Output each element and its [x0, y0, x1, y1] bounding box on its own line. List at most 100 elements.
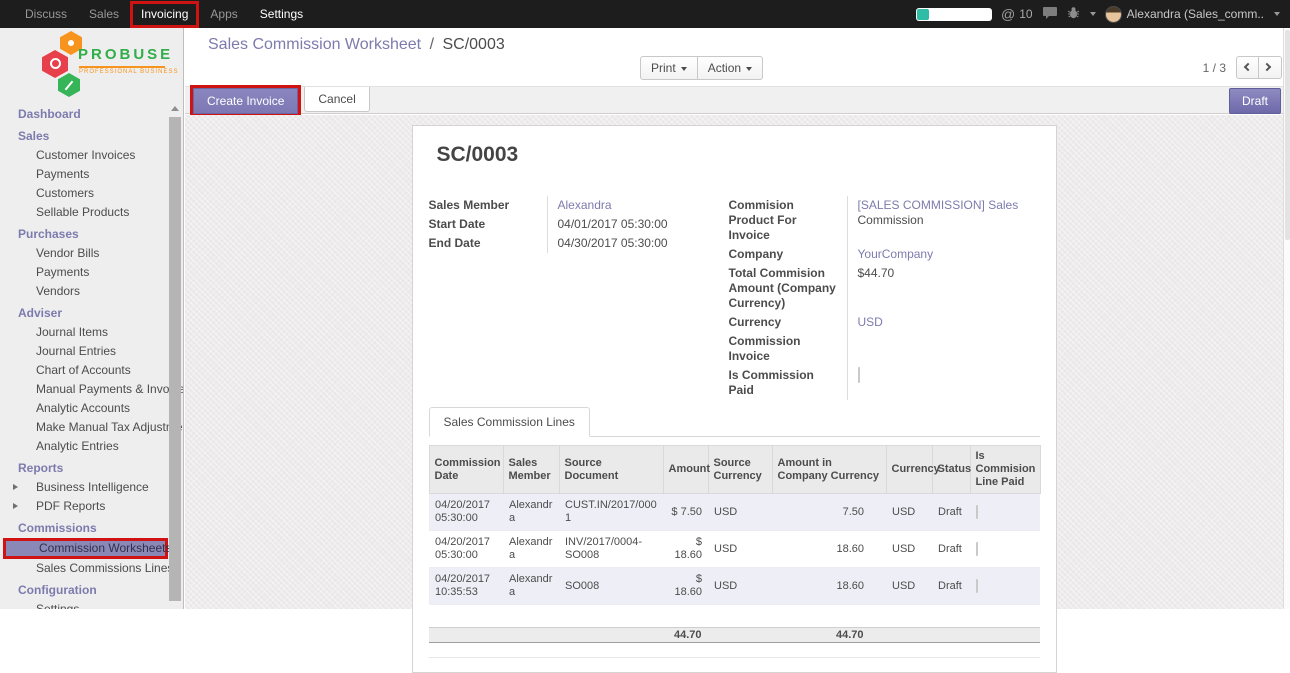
logo-hexagon-red-icon [42, 50, 68, 78]
caret-down-icon [681, 67, 687, 71]
field-label: Currency [729, 313, 847, 332]
sidebar-item-chart-of-accounts[interactable]: Chart of Accounts [0, 361, 168, 380]
breadcrumb-parent-link[interactable]: Sales Commission Worksheet [208, 36, 421, 53]
sidebar-item-manual-payments-invoices[interactable]: Manual Payments & Invoice... [0, 380, 168, 399]
field-label: Commission Invoice [729, 332, 847, 366]
sidebar-item-vendors[interactable]: Vendors [0, 282, 168, 301]
table-row[interactable]: 04/20/2017 05:30:00 Alexandra CUST.IN/20… [429, 494, 1040, 531]
end-date-value: 04/30/2017 05:30:00 [547, 234, 719, 253]
debug-menu[interactable] [1067, 6, 1096, 22]
create-invoice-button[interactable]: Create Invoice [193, 88, 298, 114]
menu-invoicing[interactable]: Invoicing [130, 1, 199, 28]
form-sheet: SC/0003 Sales Member Alexandra Start Dat… [412, 125, 1057, 673]
sidebar-section-purchases[interactable]: Purchases [0, 225, 168, 244]
pager-previous-button[interactable] [1236, 56, 1259, 79]
field-label: Commision Product For Invoice [729, 196, 847, 245]
currency-link[interactable]: USD [858, 315, 883, 329]
field-label: Start Date [429, 215, 547, 234]
print-button[interactable]: Print [640, 56, 698, 80]
control-panel: Sales Commission Worksheet / SC/0003 Pri… [185, 28, 1290, 86]
page-scrollbar-thumb[interactable] [1285, 30, 1290, 240]
menu-settings[interactable]: Settings [249, 0, 314, 28]
sidebar-item-customer-invoices[interactable]: Customer Invoices [0, 146, 168, 165]
col-amount-company-currency[interactable]: Amount in Company Currency [772, 446, 886, 494]
user-avatar [1105, 6, 1122, 23]
is-commission-paid-checkbox[interactable] [858, 367, 860, 383]
scroll-up-icon[interactable] [171, 106, 179, 111]
line-paid-checkbox[interactable] [976, 579, 978, 593]
field-company: Company YourCompany [729, 245, 1034, 264]
sidebar-item-analytic-accounts[interactable]: Analytic Accounts [0, 399, 168, 418]
col-commission-date[interactable]: Commission Date [429, 446, 503, 494]
commission-invoice-value [847, 332, 1034, 366]
sidebar-item-customers[interactable]: Customers [0, 184, 168, 203]
commission-product-link[interactable]: [SALES COMMISSION] Sales [858, 198, 1034, 213]
page-scrollbar[interactable] [1283, 28, 1290, 609]
main-background: SC/0003 Sales Member Alexandra Start Dat… [185, 115, 1283, 609]
sidebar-item-settings[interactable]: Settings [0, 600, 168, 609]
statusbar: Create Invoice Cancel Draft [185, 86, 1290, 114]
sidebar-item-sellable-products[interactable]: Sellable Products [0, 203, 168, 222]
col-source-currency[interactable]: Source Currency [708, 446, 772, 494]
line-paid-checkbox[interactable] [976, 542, 978, 556]
sidebar-item-payments-purchase[interactable]: Payments [0, 263, 168, 282]
action-button[interactable]: Action [698, 56, 763, 80]
sidebar-item-commission-worksheets[interactable]: Commission Worksheets [3, 538, 168, 559]
start-date-value: 04/01/2017 05:30:00 [547, 215, 719, 234]
field-label: Is Commission Paid [729, 366, 847, 400]
sidebar-section-adviser[interactable]: Adviser [0, 304, 168, 323]
status-badge[interactable]: Draft [1229, 88, 1281, 114]
sidebar-item-business-intelligence[interactable]: Business Intelligence [0, 478, 168, 497]
col-is-commission-line-paid[interactable]: Is Commision Line Paid [970, 446, 1040, 494]
mention-counter[interactable]: @ 10 [1001, 6, 1033, 22]
sidebar-item-analytic-entries[interactable]: Analytic Entries [0, 437, 168, 456]
sidebar-item-pdf-reports[interactable]: PDF Reports [0, 497, 168, 516]
field-label: End Date [429, 234, 547, 253]
sidebar-item-payments[interactable]: Payments [0, 165, 168, 184]
col-source-document[interactable]: Source Document [559, 446, 663, 494]
total-commission-amount-value: $44.70 [847, 264, 1034, 313]
col-sales-member[interactable]: Sales Member [503, 446, 559, 494]
sidebar-section-reports[interactable]: Reports [0, 459, 168, 478]
chat-icon[interactable] [1042, 6, 1058, 23]
sidebar-item-journal-items[interactable]: Journal Items [0, 323, 168, 342]
control-panel-buttons: Print Action [640, 56, 763, 80]
col-currency[interactable]: Currency [886, 446, 932, 494]
topbar: Discuss Sales Invoicing Apps Settings @ … [0, 0, 1290, 28]
col-status[interactable]: Status [932, 446, 970, 494]
sidebar-section-sales[interactable]: Sales [0, 127, 168, 146]
sidebar-item-dashboard[interactable]: Dashboard [0, 105, 168, 124]
notebook-tabs: Sales Commission Lines [429, 407, 1040, 437]
commission-lines-table: Commission Date Sales Member Source Docu… [429, 445, 1041, 605]
table-row[interactable]: 04/20/2017 10:35:53 Alexandra SO008 $ 18… [429, 568, 1040, 605]
sidebar-item-vendor-bills[interactable]: Vendor Bills [0, 244, 168, 263]
menu-apps[interactable]: Apps [199, 0, 248, 28]
line-paid-checkbox[interactable] [976, 505, 978, 519]
sidebar-item-make-manual-tax-adjustments[interactable]: Make Manual Tax Adjustme... [0, 418, 168, 437]
sidebar-section-configuration[interactable]: Configuration [0, 581, 168, 600]
field-label: Total Commision Amount (Company Currency… [729, 264, 847, 313]
col-amount[interactable]: Amount [663, 446, 708, 494]
timer-pill[interactable] [916, 8, 992, 21]
sidebar-section-commissions[interactable]: Commissions [0, 519, 168, 538]
record-title: SC/0003 [437, 142, 1040, 168]
user-menu[interactable]: Alexandra (Sales_comm.. [1105, 6, 1280, 23]
sidebar-item-journal-entries[interactable]: Journal Entries [0, 342, 168, 361]
app-logo[interactable]: PROBUSE PROFESSIONAL BUSINESS [0, 28, 183, 100]
cancel-button[interactable]: Cancel [304, 87, 369, 112]
company-link[interactable]: YourCompany [858, 247, 934, 261]
sidebar-item-sales-commissions-lines[interactable]: Sales Commissions Lines [0, 559, 168, 578]
divider [429, 657, 1040, 658]
sidebar-scrollbar[interactable] [168, 104, 182, 609]
tab-sales-commission-lines[interactable]: Sales Commission Lines [429, 407, 590, 437]
field-commission-invoice: Commission Invoice [729, 332, 1034, 366]
sidebar-scrollbar-thumb[interactable] [169, 117, 181, 601]
menu-discuss[interactable]: Discuss [14, 0, 78, 28]
sales-member-link[interactable]: Alexandra [558, 198, 612, 212]
pager-next-button[interactable] [1259, 56, 1282, 79]
menu-sales[interactable]: Sales [78, 0, 130, 28]
field-label: Company [729, 245, 847, 264]
field-end-date: End Date 04/30/2017 05:30:00 [429, 234, 719, 253]
table-row[interactable]: 04/20/2017 05:30:00 Alexandra INV/2017/0… [429, 531, 1040, 568]
pager: 1 / 3 [1203, 56, 1282, 79]
